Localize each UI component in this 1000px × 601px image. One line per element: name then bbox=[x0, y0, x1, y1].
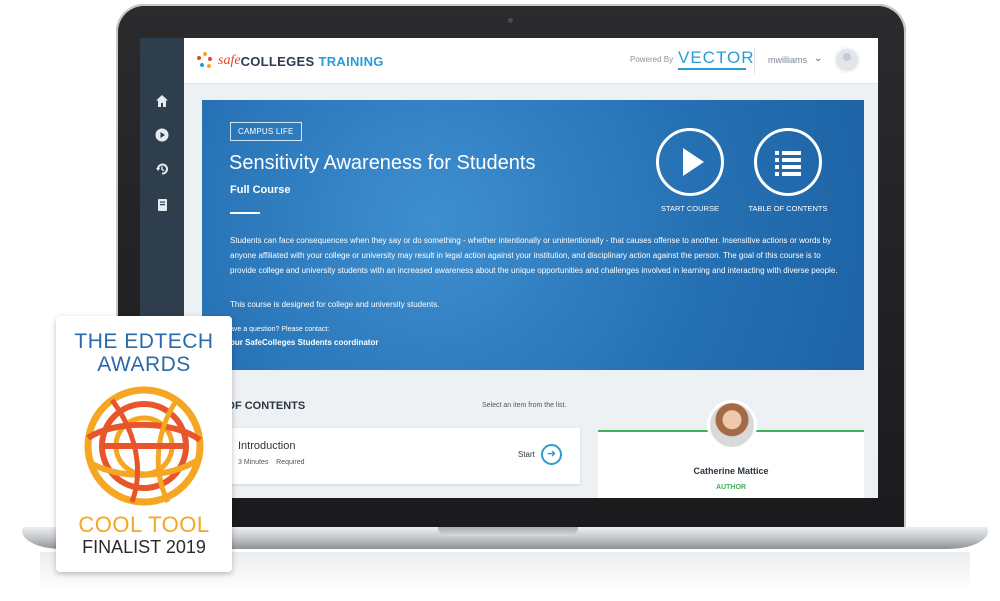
course-description: Students can face consequences when they… bbox=[230, 236, 838, 275]
toc-item-meta: 3 Minutes Required bbox=[238, 459, 305, 466]
username-label[interactable]: mwilliams bbox=[768, 55, 807, 65]
logo-colleges-text: COLLEGES bbox=[240, 53, 315, 69]
user-avatar[interactable] bbox=[834, 47, 860, 73]
edtech-award-badge: THE EDTECH AWARDS COOL TOOL FINALIST 201… bbox=[56, 316, 232, 572]
laptop-notch bbox=[438, 527, 578, 536]
contact-prompt: ave a question? Please contact: bbox=[230, 326, 330, 333]
top-bar: safe COLLEGES TRAINING Powered By VECTOR… bbox=[184, 38, 878, 84]
logo-burst-icon bbox=[196, 52, 214, 70]
history-icon[interactable] bbox=[154, 162, 170, 178]
award-logo-icon bbox=[84, 386, 204, 506]
author-role: AUTHOR bbox=[716, 484, 746, 491]
award-title-line2: AWARDS bbox=[97, 353, 191, 376]
app-screen: safe COLLEGES TRAINING Powered By VECTOR… bbox=[140, 38, 878, 498]
table-of-contents-label[interactable]: TABLE OF CONTENTS bbox=[738, 204, 838, 213]
logo-training-text: TRAINING bbox=[318, 53, 384, 69]
chevron-down-icon[interactable]: ⌄ bbox=[814, 53, 822, 64]
home-icon[interactable] bbox=[154, 94, 170, 110]
book-icon[interactable] bbox=[154, 198, 170, 214]
award-finalist: FINALIST 2019 bbox=[82, 537, 206, 557]
vector-logo-underline bbox=[678, 68, 746, 70]
course-audience-note: This course is designed for college and … bbox=[230, 300, 440, 309]
course-hero: CAMPUS LIFE Sensitivity Awareness for St… bbox=[202, 100, 864, 370]
toc-item[interactable]: Introduction 3 Minutes Required Start ➜ bbox=[220, 428, 580, 484]
toc-item-start-label[interactable]: Start bbox=[518, 450, 535, 459]
logo-safe-text: safe bbox=[218, 53, 241, 68]
list-icon bbox=[775, 151, 801, 176]
play-circle-icon[interactable] bbox=[154, 128, 170, 144]
table-of-contents-button[interactable] bbox=[754, 128, 822, 196]
start-course-button[interactable] bbox=[656, 128, 724, 196]
toc-item-title: Introduction bbox=[238, 440, 296, 452]
powered-by-label: Powered By bbox=[630, 55, 674, 64]
toc-item-duration: 3 Minutes bbox=[238, 459, 269, 466]
category-badge: CAMPUS LIFE bbox=[230, 122, 302, 141]
course-subtitle: Full Course bbox=[230, 184, 291, 196]
vector-logo: VECTOR bbox=[678, 48, 755, 67]
toc-item-status: Required bbox=[276, 459, 305, 466]
award-cool-tool: COOL TOOL bbox=[78, 512, 210, 537]
play-icon bbox=[683, 148, 704, 176]
contact-name: our SafeColleges Students coordinator bbox=[230, 338, 379, 347]
topbar-divider bbox=[754, 48, 755, 74]
safecolleges-logo[interactable]: safe COLLEGES TRAINING bbox=[196, 51, 384, 71]
award-title-line1: THE EDTECH bbox=[74, 330, 214, 353]
course-title: Sensitivity Awareness for Students bbox=[229, 152, 536, 174]
arrow-right-icon[interactable]: ➜ bbox=[541, 444, 562, 465]
start-course-label[interactable]: START COURSE bbox=[640, 204, 740, 213]
author-photo bbox=[707, 400, 757, 450]
camera-dot bbox=[508, 18, 513, 23]
toc-hint: Select an item from the list. bbox=[482, 402, 567, 409]
author-name: Catherine Mattice bbox=[693, 466, 769, 476]
title-divider bbox=[230, 212, 260, 214]
